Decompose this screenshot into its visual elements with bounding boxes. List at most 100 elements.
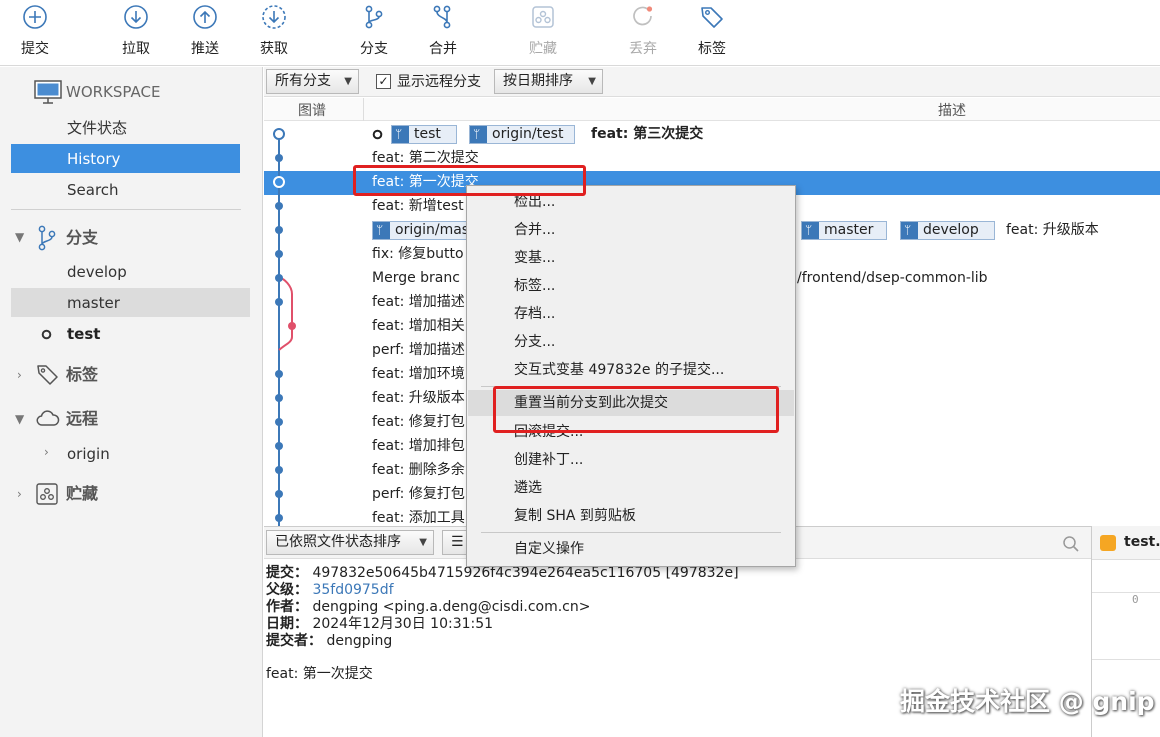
menu-item-interactive-rebase[interactable]: 交互式变基 497832e 的子提交... xyxy=(468,357,794,383)
branch-tag-test[interactable]: ᛘ test xyxy=(391,125,457,144)
detail-author: 作者： dengping <ping.a.deng@cisdi.com.cn> xyxy=(266,599,590,616)
chevron-right-icon[interactable]: › xyxy=(44,445,49,459)
column-divider xyxy=(363,98,364,121)
discard-icon xyxy=(633,6,653,26)
sort-label: 按日期排序 xyxy=(503,73,573,89)
file-tab-bar: test.js xyxy=(1092,526,1160,560)
branches-header[interactable]: 分支 xyxy=(66,224,98,252)
push-button[interactable]: 推送 xyxy=(175,0,235,66)
chevron-right-icon[interactable]: › xyxy=(17,487,22,501)
diff-divider xyxy=(1092,659,1160,660)
branch-icon: ᛘ xyxy=(805,223,813,237)
sort-dropdown[interactable]: 按日期排序 ▼ xyxy=(494,69,603,94)
commit-message: feat: 添加工具 xyxy=(372,510,465,526)
all-branches-dropdown[interactable]: 所有分支 ▼ xyxy=(266,69,359,94)
show-remote-checkbox[interactable]: ✓ xyxy=(376,74,391,89)
menu-item-archive[interactable]: 存档... xyxy=(468,301,794,327)
highlight-box-reset-item xyxy=(493,386,779,433)
commit-button[interactable]: 提交 xyxy=(5,0,65,66)
sidebar-branch-test[interactable]: test xyxy=(67,320,100,348)
fetch-button[interactable]: 获取 xyxy=(244,0,304,66)
commit-label: 提交 xyxy=(21,41,49,57)
menu-item-create-patch[interactable]: 创建补丁... xyxy=(468,447,794,473)
head-marker-icon xyxy=(372,129,383,140)
list-icon: ☰ xyxy=(451,534,464,550)
commit-message: feat: 新增test xyxy=(372,198,464,214)
stashes-header[interactable]: 贮藏 xyxy=(66,480,98,508)
pull-button[interactable]: 拉取 xyxy=(106,0,166,66)
menu-item-rebase[interactable]: 变基... xyxy=(468,245,794,271)
merge-label: 合并 xyxy=(429,41,457,57)
sidebar-item-file-status[interactable]: 文件状态 xyxy=(67,114,127,142)
chevron-down-icon: ▼ xyxy=(344,76,352,87)
menu-item-custom-actions[interactable]: 自定义操作 xyxy=(468,536,794,562)
remotes-header[interactable]: 远程 xyxy=(66,405,98,433)
branch-button[interactable]: 分支 xyxy=(344,0,404,66)
pull-label: 拉取 xyxy=(122,41,150,57)
branch-tag-label: develop xyxy=(923,222,979,238)
tag-button[interactable]: 标签 xyxy=(682,0,742,66)
sidebar: WORKSPACE 文件状态 History Search ▼ 分支 devel… xyxy=(0,67,263,737)
file-sort-label: 已依照文件状态排序 xyxy=(275,534,401,550)
detail-parent-link[interactable]: 35fd0975df xyxy=(312,582,393,598)
sidebar-item-history[interactable]: History xyxy=(67,145,120,173)
branch-tag-label: origin/mas xyxy=(395,222,470,238)
branch-icon xyxy=(38,225,56,251)
sidebar-branch-master[interactable]: master xyxy=(67,289,120,317)
branch-tag-develop[interactable]: ᛘ develop xyxy=(900,221,995,240)
description-column-header[interactable]: 描述 xyxy=(938,100,966,120)
menu-item-cherry-pick[interactable]: 遴选 xyxy=(468,475,794,501)
file-tab-name[interactable]: test.js xyxy=(1124,534,1160,550)
branch-tag-origin-master[interactable]: ᛘ origin/mas xyxy=(372,221,470,240)
monitor-icon xyxy=(34,80,62,104)
js-file-icon xyxy=(1100,535,1116,551)
commit-message: feat: 删除多余 xyxy=(372,462,465,478)
menu-item-copy-sha[interactable]: 复制 SHA 到剪贴板 xyxy=(468,503,794,529)
sidebar-item-history-highlight[interactable] xyxy=(11,144,240,173)
menu-item-merge[interactable]: 合并... xyxy=(468,217,794,243)
merge-icon xyxy=(433,5,451,29)
detail-message: feat: 第一次提交 xyxy=(266,666,373,682)
discard-label: 丢弃 xyxy=(629,41,657,57)
commit-message: perf: 修复打包 xyxy=(372,486,465,502)
chevron-down-icon[interactable]: ▼ xyxy=(15,412,24,426)
sidebar-item-search[interactable]: Search xyxy=(67,176,119,204)
branch-tag-origin-test[interactable]: ᛘ origin/test xyxy=(469,125,575,144)
detail-committer-label: 提交者： xyxy=(266,633,322,649)
show-remote-label[interactable]: 显示远程分支 xyxy=(397,71,481,91)
menu-item-branch[interactable]: 分支... xyxy=(468,329,794,355)
commit-message: feat: 升级版本 xyxy=(1006,222,1099,238)
detail-commit-label: 提交： xyxy=(266,565,308,581)
highlight-box-selected-commit xyxy=(353,165,586,196)
stash-button[interactable]: 贮藏 xyxy=(513,0,573,66)
chevron-down-icon: ▼ xyxy=(419,537,427,548)
detail-date: 日期： 2024年12月30日 10:31:51 xyxy=(266,616,493,633)
sidebar-branch-master-highlight[interactable] xyxy=(11,288,250,317)
stash-label: 贮藏 xyxy=(529,41,557,57)
discard-button[interactable]: 丢弃 xyxy=(613,0,673,66)
detail-date-value: 2024年12月30日 10:31:51 xyxy=(312,616,494,632)
commit-row[interactable]: ᛘ test ᛘ origin/test feat: 第三次提交 xyxy=(264,122,1160,146)
plus-circle-icon xyxy=(23,5,47,29)
sidebar-remote-origin[interactable]: origin xyxy=(67,440,110,468)
merge-button[interactable]: 合并 xyxy=(413,0,473,66)
branch-tag-master[interactable]: ᛘ master xyxy=(801,221,887,240)
file-sort-dropdown[interactable]: 已依照文件状态排序 ▼ xyxy=(266,530,434,555)
chevron-down-icon[interactable]: ▼ xyxy=(15,230,24,244)
all-branches-label: 所有分支 xyxy=(275,73,331,89)
menu-item-tag[interactable]: 标签... xyxy=(468,273,794,299)
arrow-down-circle-icon xyxy=(124,5,148,29)
chevron-right-icon[interactable]: › xyxy=(17,368,22,382)
search-icon[interactable] xyxy=(1062,535,1080,553)
branch-icon: ᛘ xyxy=(395,127,403,141)
commit-message: feat: 增加排包 xyxy=(372,438,465,454)
commit-message: feat: 增加描述 xyxy=(372,294,465,310)
tag-label: 标签 xyxy=(698,41,726,57)
detail-parent: 父级： 35fd0975df xyxy=(266,582,394,599)
stash-icon xyxy=(36,483,58,505)
graph-column-header[interactable]: 图谱 xyxy=(298,100,326,120)
toolbar: 提交 拉取 推送 获取 分支 合并 贮藏 丢弃 标签 xyxy=(0,0,1160,66)
detail-commit-value[interactable]: 497832e50645b4715926f4c394e264ea5c116705… xyxy=(312,565,738,581)
tags-header[interactable]: 标签 xyxy=(66,361,98,389)
sidebar-branch-develop[interactable]: develop xyxy=(67,258,127,286)
